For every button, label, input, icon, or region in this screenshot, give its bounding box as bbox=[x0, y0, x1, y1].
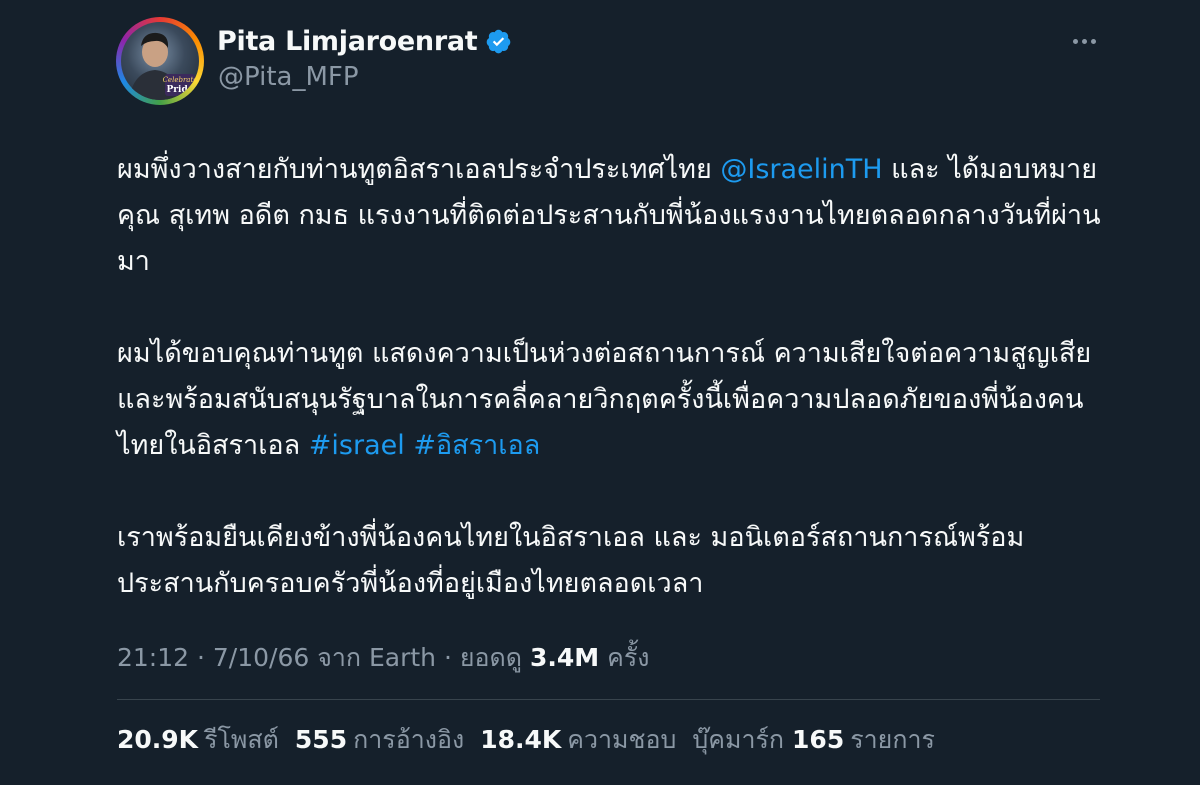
meta-separator: · bbox=[189, 643, 213, 672]
more-options-button[interactable] bbox=[1066, 28, 1102, 54]
more-dot-icon bbox=[1090, 38, 1096, 44]
hashtag-link[interactable]: #israel bbox=[309, 430, 405, 461]
more-dot-icon bbox=[1072, 38, 1078, 44]
meta-separator: · bbox=[436, 643, 460, 672]
retweets-stat[interactable]: 20.9K รีโพสต์ bbox=[117, 720, 279, 760]
author-display-name[interactable]: Pita Limjaroenrat bbox=[217, 26, 478, 57]
mention-link[interactable]: @IsraelinTH bbox=[720, 154, 882, 185]
tweet-metadata: 21:12 · 7/10/66 จาก Earth · ยอดดู 3.4M ค… bbox=[117, 638, 649, 678]
paragraph-text: ผมพึ่งวางสายกับท่านทูตอิสราเอลประจำประเท… bbox=[117, 154, 721, 185]
source-prefix: จาก bbox=[309, 643, 369, 672]
engagement-stats: 20.9K รีโพสต์ 555 การอ้างอิง 18.4K ความชอบ … bbox=[117, 720, 935, 760]
views-suffix: ครั้ง bbox=[607, 643, 650, 672]
paragraph-text: ผมได้ขอบคุณท่านทูต แสดงความเป็นห่วงต่อสถ… bbox=[117, 338, 1092, 461]
tweet-card: Celebrate Pride Pita Limjaroenrat @Pita_… bbox=[0, 0, 1200, 785]
avatar-portrait-icon: Celebrate Pride bbox=[129, 32, 198, 100]
bookmarks-stat[interactable]: บุ๊คมาร์ก 165 รายการ bbox=[692, 720, 935, 760]
avatar[interactable]: Celebrate Pride bbox=[116, 17, 204, 105]
tweet-paragraph-1: ผมพึ่งวางสายกับท่านทูตอิสราเอลประจำประเท… bbox=[117, 147, 1107, 285]
retweets-label: รีโพสต์ bbox=[204, 725, 279, 754]
avatar-badge-text-top: Celebrate bbox=[163, 76, 198, 84]
tweet-paragraph-3: เราพร้อมยืนเคียงข้างพี่น้องคนไทยในอิสราเ… bbox=[117, 522, 1025, 599]
quotes-count: 555 bbox=[294, 725, 348, 754]
bookmarks-label-prefix: บุ๊คมาร์ก bbox=[692, 725, 785, 754]
divider bbox=[117, 699, 1100, 700]
avatar-badge-text-bottom: Pride bbox=[167, 85, 194, 95]
timestamp-date[interactable]: 7/10/66 bbox=[213, 643, 309, 672]
likes-stat[interactable]: 18.4K ความชอบ bbox=[480, 720, 676, 760]
retweets-count: 20.9K bbox=[117, 725, 199, 754]
quotes-stat[interactable]: 555 การอ้างอิง bbox=[295, 720, 464, 760]
tweet-text: ผมพึ่งวางสายกับท่านทูตอิสราเอลประจำประเท… bbox=[117, 147, 1107, 607]
avatar-photo: Celebrate Pride bbox=[121, 22, 199, 100]
quotes-label: การอ้างอิง bbox=[353, 725, 465, 754]
hashtag-link[interactable]: #อิสราเอล bbox=[413, 430, 540, 461]
bookmarks-label-suffix: รายการ bbox=[850, 725, 935, 754]
views-label: ยอดดู bbox=[459, 643, 523, 672]
bookmarks-count: 165 bbox=[792, 725, 845, 754]
source-link[interactable]: Earth bbox=[369, 643, 436, 672]
verified-badge-icon bbox=[487, 29, 511, 54]
likes-label: ความชอบ bbox=[567, 725, 677, 754]
more-dot-icon bbox=[1081, 38, 1087, 44]
author-handle[interactable]: @Pita_MFP bbox=[218, 62, 359, 92]
views-count: 3.4M bbox=[529, 643, 600, 672]
timestamp-time[interactable]: 21:12 bbox=[117, 643, 189, 672]
author-name-row: Pita Limjaroenrat bbox=[217, 26, 512, 57]
tweet-paragraph-2: ผมได้ขอบคุณท่านทูต แสดงความเป็นห่วงต่อสถ… bbox=[117, 331, 1107, 469]
likes-count: 18.4K bbox=[480, 725, 562, 754]
